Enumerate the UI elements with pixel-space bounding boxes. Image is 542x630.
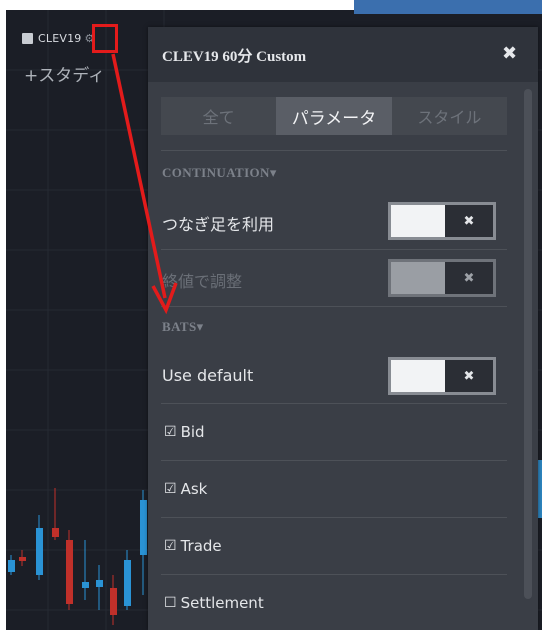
checkbox-bid[interactable]: ☑ Bid xyxy=(164,423,205,441)
checkbox-unchecked-icon: ☐ xyxy=(164,595,177,611)
adjust-close-label: 終値で調整 xyxy=(162,272,243,291)
candle-body xyxy=(36,528,43,575)
candle-body xyxy=(124,560,131,606)
price-marker xyxy=(538,460,542,518)
series-color-swatch xyxy=(22,32,33,44)
add-study-button[interactable]: +スタディ xyxy=(24,61,105,86)
candle-body xyxy=(52,528,59,537)
candle-body xyxy=(140,500,147,555)
toggle-off-icon: ✖ xyxy=(463,270,475,286)
tab-parameters[interactable]: パラメータ xyxy=(276,97,392,135)
checkbox-trade[interactable]: ☑ Trade xyxy=(164,537,222,555)
highlight-box xyxy=(92,24,118,53)
adjust-close-toggle: ✖ xyxy=(388,259,496,297)
dialog-title: CLEV19 60分 Custom xyxy=(162,49,307,65)
candle-body xyxy=(19,557,26,561)
top-toolbar-strip xyxy=(354,0,542,14)
toggle-knob xyxy=(391,360,445,392)
toggle-off-icon: ✖ xyxy=(463,368,475,384)
toggle-off-icon: ✖ xyxy=(463,213,475,229)
scrollbar[interactable] xyxy=(524,89,532,599)
tab-bar: 全て パラメータ スタイル xyxy=(161,97,507,135)
divider xyxy=(161,306,507,307)
close-icon[interactable]: ✖ xyxy=(502,43,517,64)
use-default-label: Use default xyxy=(162,366,254,385)
checkbox-label: Settlement xyxy=(180,594,264,612)
use-continuous-label: つなぎ足を利用 xyxy=(162,215,275,234)
toggle-knob xyxy=(391,205,445,237)
symbol-label: CLEV19 xyxy=(38,31,82,45)
divider xyxy=(161,460,507,461)
candle-body xyxy=(82,582,89,588)
divider xyxy=(161,574,507,575)
checkbox-checked-icon: ☑ xyxy=(164,481,177,497)
use-continuous-toggle[interactable]: ✖ xyxy=(388,202,496,240)
candle-body xyxy=(96,580,103,587)
divider xyxy=(161,517,507,518)
toggle-knob xyxy=(391,262,445,294)
checkbox-checked-icon: ☑ xyxy=(164,424,177,440)
divider xyxy=(161,150,507,151)
checkbox-label: Bid xyxy=(180,423,205,441)
checkbox-settlement[interactable]: ☐ Settlement xyxy=(164,594,264,612)
checkbox-checked-icon: ☑ xyxy=(164,538,177,554)
divider xyxy=(161,403,507,404)
checkbox-ask[interactable]: ☑ Ask xyxy=(164,480,207,498)
candle-body xyxy=(66,540,73,604)
settings-dialog: CLEV19 60分 Custom ✖ 全て パラメータ スタイル CONTIN… xyxy=(148,27,538,630)
candle-body xyxy=(110,588,117,615)
tab-style[interactable]: スタイル xyxy=(392,97,507,135)
section-bats[interactable]: BATS▾ xyxy=(162,319,204,335)
candle-body xyxy=(8,560,15,572)
screenshot: CLEV19 ⚙ +スタディ CLEV19 60分 Custom ✖ 全て パラ… xyxy=(0,0,542,630)
divider xyxy=(161,249,507,250)
symbol-legend: CLEV19 ⚙ xyxy=(22,30,94,46)
checkbox-label: Trade xyxy=(180,537,222,555)
tab-all[interactable]: 全て xyxy=(161,97,276,135)
use-default-toggle[interactable]: ✖ xyxy=(388,357,496,395)
dialog-header: CLEV19 60分 Custom ✖ xyxy=(148,27,538,82)
checkbox-label: Ask xyxy=(180,480,208,498)
section-continuation[interactable]: CONTINUATION▾ xyxy=(162,165,277,181)
